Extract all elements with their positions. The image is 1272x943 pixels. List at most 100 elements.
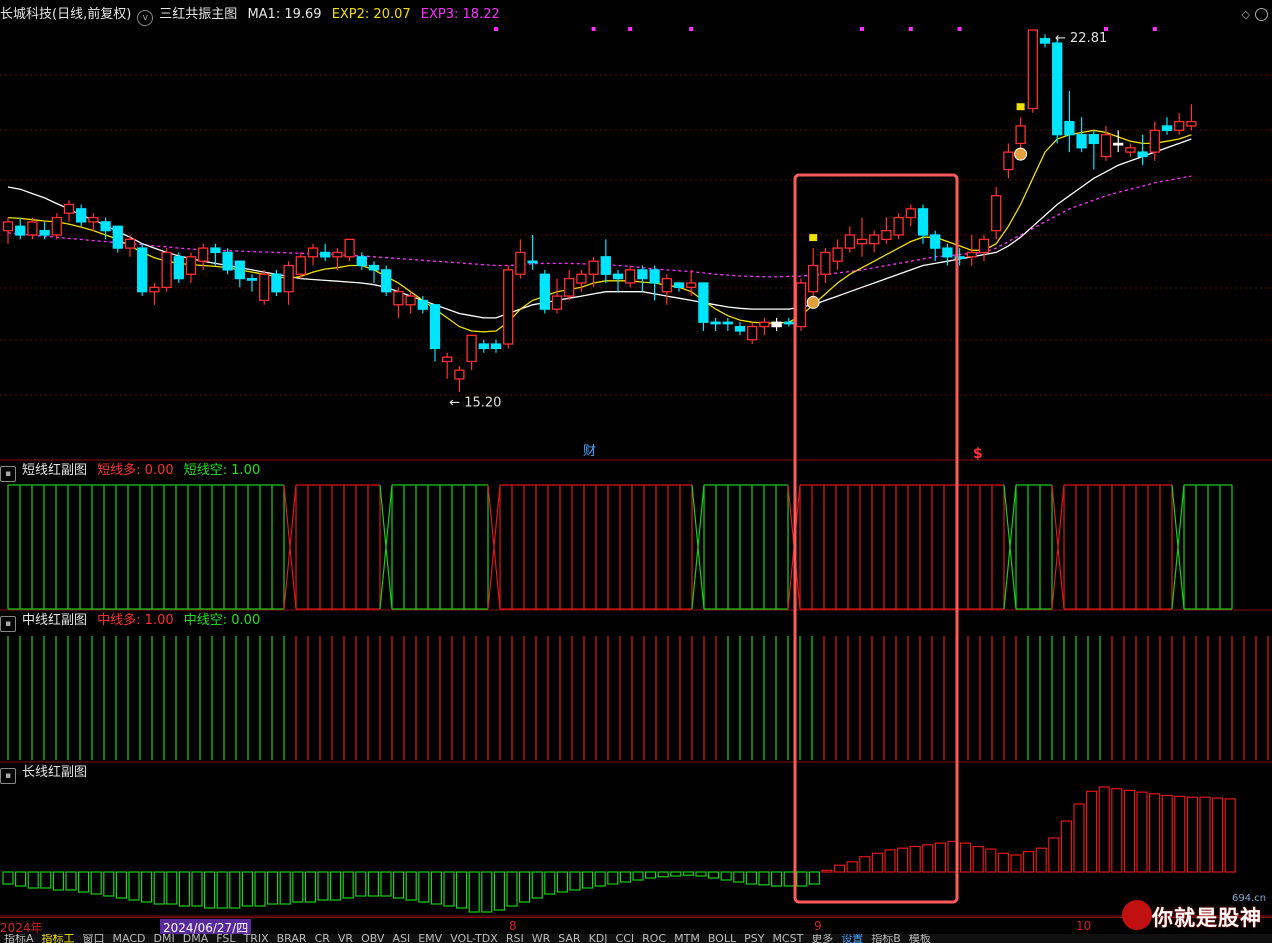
long-bar <box>682 871 695 876</box>
candle-body <box>893 216 904 236</box>
tab-item[interactable]: 更多 <box>807 934 837 943</box>
candle-body <box>869 234 880 245</box>
candle-body <box>124 238 136 249</box>
tab-item[interactable]: 指标A <box>0 934 38 943</box>
tab-item[interactable]: TRIX <box>239 934 272 943</box>
long-bar <box>934 842 947 873</box>
chevron-down-icon[interactable]: v <box>137 10 154 26</box>
long-bar <box>531 871 543 899</box>
tab-item[interactable]: WR <box>528 934 555 943</box>
candle-body <box>844 234 855 249</box>
long-bar <box>1085 790 1098 873</box>
long-pane-header: ▪ 长线红副图 <box>0 764 93 784</box>
long-bar <box>1060 820 1073 873</box>
long-bar <box>267 871 279 905</box>
tab-item[interactable]: ASI <box>388 934 414 943</box>
pane-settings-icon[interactable]: ▪ <box>0 466 16 482</box>
tab-item[interactable]: MTM <box>670 934 704 943</box>
exp2-value: EXP2: 20.07 <box>331 7 411 22</box>
tab-item[interactable]: SAR <box>554 934 584 943</box>
stock-title[interactable]: 长城科技(日线,前复权) <box>0 7 131 22</box>
tab-item[interactable]: VOL-TDX <box>446 934 502 943</box>
candle-body <box>698 282 709 323</box>
long-pane-title[interactable]: 长线红副图 <box>22 765 87 780</box>
long-bar <box>808 871 821 885</box>
candle-body <box>588 260 599 275</box>
pane-settings-icon[interactable]: ▪ <box>0 768 16 784</box>
tab-item[interactable]: MACD <box>109 934 150 943</box>
tab-item[interactable]: FSL <box>212 934 239 943</box>
tab-item[interactable]: DMI <box>150 934 179 943</box>
candle-body <box>161 251 172 288</box>
tab-item[interactable]: EMV <box>414 934 446 943</box>
circle-icon[interactable] <box>1255 8 1268 21</box>
tab-item[interactable]: 指标工 <box>38 934 79 943</box>
tab-item[interactable]: VR <box>334 934 357 943</box>
long-bar <box>216 871 228 909</box>
mid-pane-title[interactable]: 中线红副图 <box>22 613 87 628</box>
long-bar <box>241 871 253 907</box>
candle-body <box>344 238 355 258</box>
diamond-icon[interactable]: ◇ <box>1242 8 1250 21</box>
pane-settings-icon[interactable]: ▪ <box>0 616 16 632</box>
signal-dot <box>957 27 962 31</box>
candle-body <box>185 256 197 275</box>
candle-body <box>795 282 807 328</box>
long-bar <box>922 844 934 873</box>
candle-body <box>734 325 746 332</box>
tab-item[interactable]: CR <box>311 934 334 943</box>
long-bar <box>1098 786 1110 873</box>
tab-item[interactable]: ROC <box>638 934 670 943</box>
candle-body <box>27 221 38 236</box>
long-bar <box>632 871 644 881</box>
long-bar <box>1136 791 1148 873</box>
main-pane-header: 长城科技(日线,前复权) v 三红共振主图 MA1: 19.69 EXP2: 20.… <box>0 6 506 26</box>
tab-item[interactable]: RSI <box>502 934 528 943</box>
long-bar <box>90 871 102 895</box>
tab-item[interactable]: BOLL <box>704 934 740 943</box>
long-bar <box>859 856 871 873</box>
candle-body <box>1186 120 1197 127</box>
candle-body <box>442 356 453 363</box>
long-bar <box>27 871 39 889</box>
candle-body <box>905 208 916 219</box>
candle-body <box>1003 151 1014 171</box>
long-bar <box>770 871 783 887</box>
long-bar <box>1186 796 1199 873</box>
candle-body <box>686 282 697 288</box>
tab-item[interactable]: 窗口 <box>79 934 109 943</box>
tab-item[interactable]: 设置 <box>837 934 867 943</box>
long-bar <box>1022 850 1035 873</box>
signal-dot <box>860 27 864 31</box>
tab-item[interactable]: BRAR <box>273 934 311 943</box>
tab-item[interactable]: PSY <box>740 934 768 943</box>
tab-item[interactable]: MCST <box>768 934 807 943</box>
short-pane-title[interactable]: 短线红副图 <box>22 463 87 478</box>
long-bar <box>65 871 77 891</box>
long-bar <box>959 842 972 873</box>
coin-icon <box>1014 147 1028 161</box>
candle-body <box>747 325 758 341</box>
tab-item[interactable]: 模板 <box>905 934 935 943</box>
tab-item[interactable]: DMA <box>179 934 213 943</box>
indicator-name[interactable]: 三红共振主图 <box>159 7 237 22</box>
candle-body <box>600 256 611 275</box>
long-bar <box>191 871 203 907</box>
candle-body <box>661 277 672 293</box>
candle-body <box>673 282 685 288</box>
exp3-value: EXP3: 18.22 <box>420 7 500 22</box>
long-bar <box>292 871 304 903</box>
axis-month-9: 9 <box>814 919 822 933</box>
tab-item[interactable]: KDJ <box>585 934 612 943</box>
long-bar <box>1048 837 1060 873</box>
long-bar <box>1035 847 1047 873</box>
ma1-value: MA1: 19.69 <box>247 7 322 22</box>
candle-body <box>1015 125 1026 145</box>
tab-item[interactable]: OBV <box>357 934 388 943</box>
tab-item[interactable]: 指标B <box>867 934 905 943</box>
long-bar <box>115 871 128 899</box>
watermark-text: 你就是股神 <box>1152 906 1262 930</box>
long-bar <box>871 852 884 873</box>
low-price-label: ← 15.20 <box>449 395 501 410</box>
tab-item[interactable]: CCI <box>612 934 639 943</box>
